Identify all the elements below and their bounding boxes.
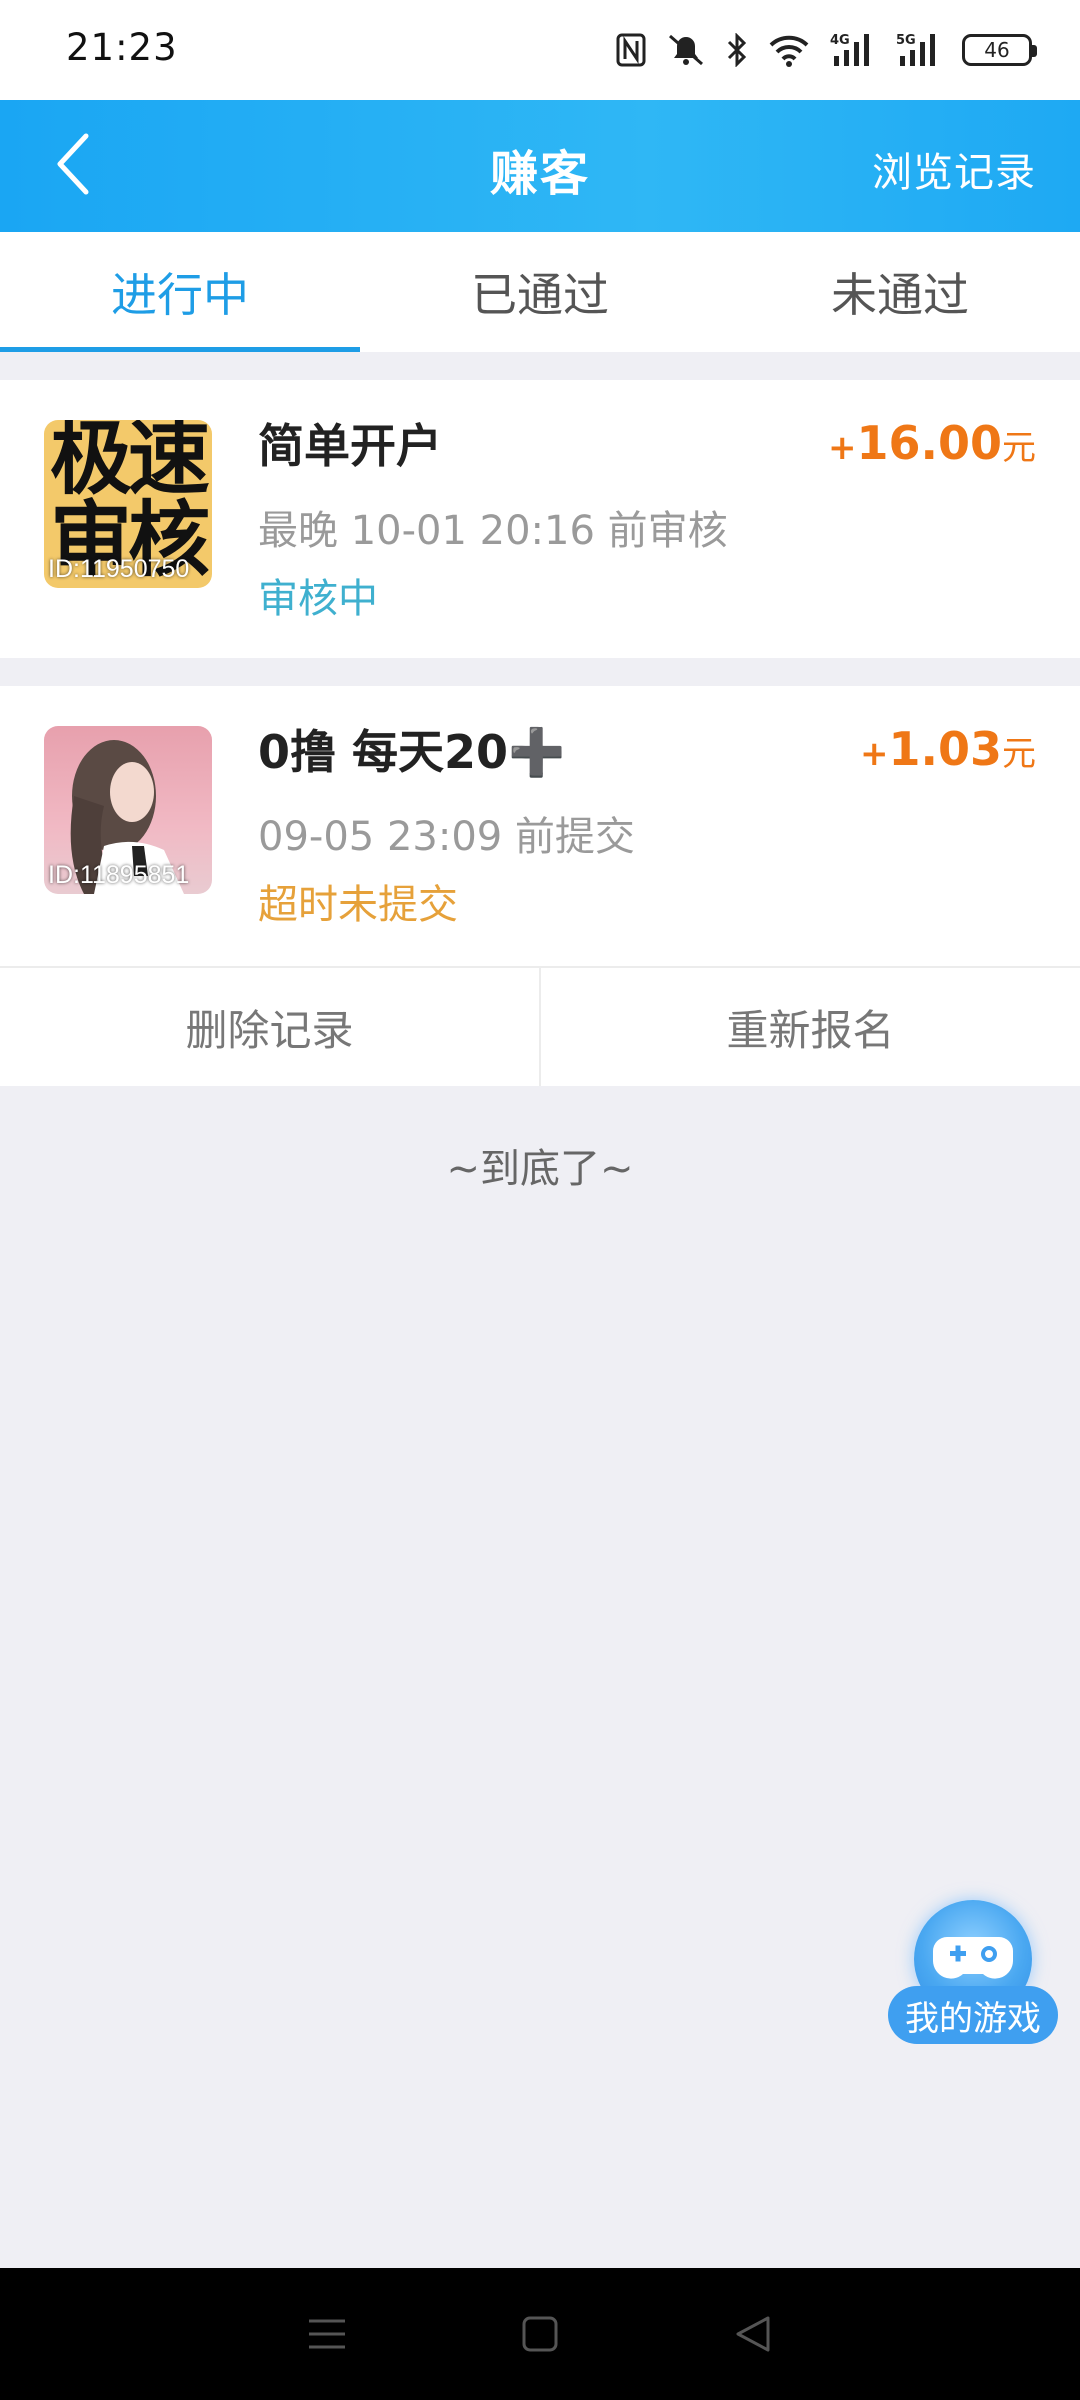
- svg-text:5G: 5G: [896, 33, 916, 48]
- task-actions: 删除记录 重新报名: [0, 966, 1080, 1086]
- status-time: 21:23: [66, 26, 178, 69]
- task-status: 审核中: [258, 576, 378, 622]
- task-thumbnail: 极速审核 ID:11950750: [44, 420, 212, 588]
- back-button[interactable]: [36, 130, 108, 202]
- signal-4g-icon: 4G: [830, 32, 876, 68]
- reward-unit: 元: [1002, 428, 1036, 468]
- reward-amount: 16.00: [856, 416, 1002, 470]
- task-title: 简单开户: [258, 419, 442, 473]
- task-card[interactable]: ID:11895851 0撸 每天20➕ 09-05 23:09 前提交 超时未…: [0, 686, 1080, 966]
- system-nav-bar: [0, 2268, 1080, 2400]
- back-triangle-icon[interactable]: [723, 2304, 783, 2364]
- task-id: ID:11950750: [48, 555, 190, 583]
- wifi-icon: [768, 33, 810, 67]
- re-signup-button[interactable]: 重新报名: [539, 968, 1080, 1086]
- signal-5g-icon: 5G: [896, 32, 942, 68]
- tab-bar: 进行中 已通过 未通过: [0, 232, 1080, 352]
- my-games-button[interactable]: 我的游戏: [888, 1900, 1058, 2050]
- task-title: 0撸 每天20➕: [258, 725, 566, 779]
- delete-record-button[interactable]: 删除记录: [0, 968, 539, 1086]
- home-icon[interactable]: [510, 2304, 570, 2364]
- mute-icon: [666, 32, 706, 68]
- end-of-list-text: ~到底了~: [446, 1146, 634, 1192]
- task-card[interactable]: 极速审核 ID:11950750 简单开户 最晚 10-01 20:16 前审核…: [0, 380, 1080, 658]
- bluetooth-icon: [726, 33, 748, 67]
- task-deadline: 09-05 23:09 前提交: [258, 814, 635, 860]
- reward-amount: 1.03: [888, 722, 1003, 776]
- status-bar: 21:23 4G 5G 46: [0, 0, 1080, 100]
- task-reward: + 16.00 元: [828, 416, 1036, 470]
- task-thumbnail: ID:11895851: [44, 726, 212, 894]
- task-id: ID:11895851: [48, 861, 190, 889]
- battery-level: 46: [984, 38, 1010, 62]
- chevron-left-icon: [52, 132, 92, 200]
- task-status: 超时未提交: [258, 882, 458, 928]
- reward-unit: 元: [1002, 734, 1036, 774]
- reward-sign: +: [860, 734, 889, 774]
- svg-text:4G: 4G: [830, 33, 850, 48]
- battery-icon: 46: [962, 34, 1037, 66]
- menu-icon[interactable]: [297, 2304, 357, 2364]
- browse-history-link[interactable]: 浏览记录: [872, 140, 1036, 198]
- app-header: 赚客 浏览记录: [0, 100, 1080, 232]
- tab-failed[interactable]: 未通过: [720, 232, 1080, 352]
- nfc-icon: [616, 33, 646, 67]
- status-icons: 4G 5G 46: [616, 28, 1037, 72]
- my-games-label: 我的游戏: [888, 1986, 1058, 2044]
- tab-in-progress[interactable]: 进行中: [0, 232, 360, 352]
- tab-passed[interactable]: 已通过: [360, 232, 720, 352]
- task-deadline: 最晚 10-01 20:16 前审核: [258, 508, 728, 554]
- reward-sign: +: [827, 428, 857, 468]
- task-reward: + 1.03 元: [860, 722, 1036, 776]
